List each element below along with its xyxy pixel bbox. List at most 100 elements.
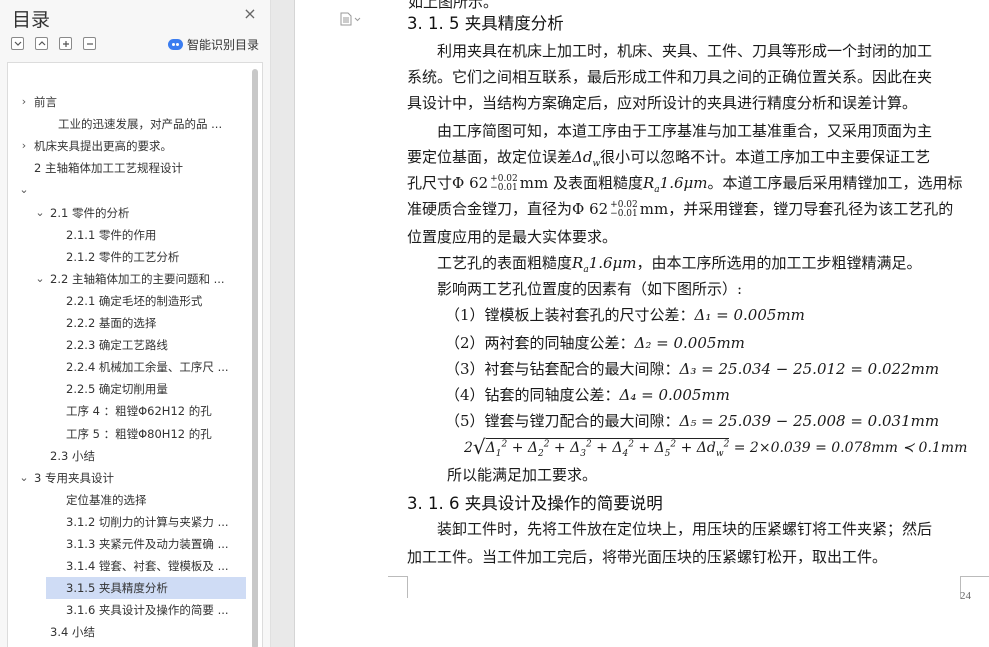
text-run: Φ 62: [452, 174, 489, 192]
toc-item-label: 前言: [34, 95, 57, 109]
document-options-icon[interactable]: [340, 12, 366, 26]
toc-item-label: 2.2.1 确定毛坯的制造形式: [66, 293, 203, 308]
paragraph-line: 孔尺寸Φ 62 +0.02 −0.01 mm 及表面粗糙度Ra1.6μm。本道工序最后…: [407, 172, 963, 195]
paragraph-line: 具设计中，当结构方案确定后，应对所设计的夹具进行精度分析和误差计算。: [407, 94, 918, 112]
toc-item-label: 工序 5 ：粗镗Φ80H12 的孔: [66, 426, 212, 441]
toc-item-label: 工序 4 ：粗镗Φ62H12 的孔: [66, 404, 212, 419]
toc-item[interactable]: 3.1.4 镗套、衬套、镗模板及 ...: [8, 555, 246, 577]
chevron-down-icon[interactable]: ⌄: [18, 179, 30, 201]
paragraph-line: 工艺孔的表面粗糙度Ra1.6μm，由本工序所选用的加工工步粗镗精满足。: [437, 252, 922, 275]
toc-item-label: 2.2 主轴箱体加工的主要问题和 ...: [50, 271, 225, 286]
toc-item[interactable]: 3.1.3 夹紧元件及动力装置确 ...: [8, 533, 246, 555]
chevron-down-icon[interactable]: ⌄: [34, 202, 46, 224]
paragraph-line: 由工序简图可知，本道工序由于工序基准与加工基准重合，又采用顶面为主: [437, 122, 933, 140]
tolerance: +0.02 −0.01: [490, 174, 518, 193]
expand-up-icon[interactable]: [35, 37, 48, 50]
text-run: 工艺孔的表面粗糙度: [437, 254, 573, 272]
tolerance: +0.02 −0.01: [610, 200, 638, 219]
toc-item-label: 工业的迅速发展，对产品的品 ...: [58, 117, 223, 132]
toc-item[interactable]: › 机床夹具提出更高的要求。: [8, 135, 246, 157]
toc-item[interactable]: 工业的迅速发展，对产品的品 ...: [8, 113, 246, 135]
toc-item[interactable]: 3.1.6 夹具设计及操作的简要 ...: [8, 599, 246, 621]
toc-item[interactable]: 工序 4 ：粗镗Φ62H12 的孔: [8, 400, 246, 422]
toc-sidebar: 目录 × 智能识别目录 › 前言 工业的迅速发展，对产品的品 ... › 机床夹具提出更…: [0, 0, 271, 647]
toc-item-label: 2.1.1 零件的作用: [66, 227, 157, 242]
toc-item[interactable]: 2 主轴箱体加工工艺规程设计: [8, 157, 246, 179]
list-item: （4）钻套的同轴度公差：Δ₄ = 0.005mm: [445, 386, 730, 404]
toc-item-label: 3 专用夹具设计: [34, 470, 114, 485]
equation: Δ₂ = 0.005mm: [634, 334, 745, 352]
list-item: （3）衬套与钻套配合的最大间隙：Δ₃ = 25.034 − 25.012 = 0…: [445, 360, 940, 378]
math-delta-dw: Δdw: [572, 148, 601, 169]
paragraph-line: 系统。它们之间相互联系，最后形成工件和刀具之间的正确位置关系。因此在夹: [407, 68, 933, 86]
close-icon[interactable]: ×: [242, 6, 258, 22]
toc-item[interactable]: 2.3 小结: [8, 445, 246, 467]
page-number: 24: [960, 590, 971, 602]
toc-item[interactable]: 3.1.2 切削力的计算与夹紧力 ...: [8, 511, 246, 533]
toc-item[interactable]: 2.2.4 机械加工余量、工序尺 ...: [8, 356, 246, 378]
equation: Δ₁ = 0.005mm: [694, 306, 805, 324]
toc-item[interactable]: 工序 5 ：粗镗Φ80H12 的孔: [8, 423, 246, 445]
toc-item-label: 2.2.3 确定工艺路线: [66, 338, 168, 353]
toc-item[interactable]: 2.1.2 零件的工艺分析: [8, 246, 246, 268]
toc-item[interactable]: 定位基准的选择: [8, 489, 246, 511]
conclusion-line: 所以能满足加工要求。: [447, 466, 598, 484]
toc-item[interactable]: 2.1.1 零件的作用: [8, 224, 246, 246]
toc-scrollbar-thumb[interactable]: [252, 69, 258, 647]
text-run: 要定位基面，故定位误差: [407, 148, 573, 166]
toc-item-label: 3.4 小结: [50, 625, 95, 640]
toc-item-label: 2 主轴箱体加工工艺规程设计: [34, 161, 183, 176]
text-run: 孔尺寸: [407, 174, 453, 192]
toc-item-label: 总结: [34, 644, 244, 647]
text-run: 很小可以忽略不计。本道工序加工中主要保证工艺: [600, 148, 931, 166]
chevron-right-icon[interactable]: ›: [18, 135, 30, 157]
toc-item-label: 2.2.5 确定切削用量: [66, 382, 168, 397]
toc-item[interactable]: 总结: [8, 644, 246, 647]
add-icon[interactable]: [59, 37, 72, 50]
toc-item-label: 机床夹具提出更高的要求。: [34, 139, 172, 154]
collapse-all-icon[interactable]: [11, 37, 24, 50]
toc-item[interactable]: 2.2.1 确定毛坯的制造形式: [8, 290, 246, 312]
toc-item[interactable]: ⌄ 2.2 主轴箱体加工的主要问题和 ...: [8, 268, 246, 290]
text-run: mm 及表面粗糙度: [519, 174, 643, 192]
paragraph-line: 要定位基面，故定位误差Δdw很小可以忽略不计。本道工序加工中主要保证工艺: [407, 146, 930, 169]
text-run: 准硬质合金镗刀，直径为: [407, 200, 573, 218]
list-item: （5）镗套与镗刀配合的最大间隙：Δ₅ = 25.039 − 25.008 = 0…: [445, 412, 940, 430]
toc-item[interactable]: ⌄ 2.1 零件的分析: [8, 202, 246, 224]
smart-toc-button[interactable]: 智能识别目录: [168, 36, 259, 53]
sidebar-title: 目录: [12, 9, 51, 31]
toc-item-label: 3.1.2 切削力的计算与夹紧力 ...: [66, 514, 229, 529]
chevron-right-icon[interactable]: ›: [18, 91, 30, 113]
paragraph-line: 准硬质合金镗刀，直径为Φ 62 +0.02 −0.01 mm，并采用镗套，镗刀导套孔径…: [407, 198, 953, 219]
toc-item-label: 2.1.2 零件的工艺分析: [66, 249, 180, 264]
toc-list: › 前言 工业的迅速发展，对产品的品 ... › 机床夹具提出更高的要求。 2 主轴箱体加…: [7, 62, 263, 647]
paragraph-line: 加工工件。当工件加工完后，将带光面压块的压紧螺钉松开，取出工件。: [407, 548, 888, 566]
toc-item[interactable]: ⌄ 3 专用夹具设计: [8, 467, 246, 489]
toc-item-label: 2.1 零件的分析: [50, 205, 130, 220]
toc-item[interactable]: › 前言: [8, 91, 246, 113]
toc-item-label: 2.3 小结: [50, 448, 95, 463]
paragraph-line: 影响两工艺孔位置度的因素有（如下图所示）:: [437, 280, 743, 298]
toc-toolbar: [11, 37, 96, 50]
page-margin-corner-left: [388, 576, 408, 598]
toc-item[interactable]: 2.2.2 基面的选择: [8, 312, 246, 334]
toc-scrollbar[interactable]: [252, 65, 258, 647]
toc-item[interactable]: ⌄: [8, 179, 246, 201]
paragraph-line: 利用夹具在机床上加工时，机床、夹具、工件、刀具等形成一个封闭的加工: [437, 42, 933, 60]
text-run: Φ 62: [572, 200, 609, 218]
toc-item[interactable]: 2.2.3 确定工艺路线: [8, 334, 246, 356]
toc-item[interactable]: 3.4 小结: [8, 621, 246, 643]
list-item: （1）镗模板上装衬套孔的尺寸公差：Δ₁ = 0.005mm: [445, 306, 805, 324]
toc-item[interactable]: 3.1.5 夹具精度分析: [46, 577, 246, 600]
toc-item-label: 3.1.3 夹紧元件及动力装置确 ...: [66, 537, 229, 551]
text-run: mm，并采用镗套，镗刀导套孔径为该工艺孔的: [639, 200, 954, 218]
heading-3-1-6: 3. 1. 6 夹具设计及操作的简要说明: [407, 494, 663, 513]
chevron-down-icon[interactable]: ⌄: [34, 268, 46, 290]
equation: Δ₃ = 25.034 − 25.012 = 0.022mm: [679, 360, 940, 378]
equation: Δ₅ = 25.039 − 25.008 = 0.031mm: [679, 412, 940, 430]
chevron-down-icon[interactable]: ⌄: [18, 467, 30, 489]
equation: Δ₄ = 0.005mm: [619, 386, 730, 404]
toc-item[interactable]: 2.2.5 确定切削用量: [8, 378, 246, 400]
toc-item-label: 3.1.5 夹具精度分析: [66, 581, 168, 596]
remove-icon[interactable]: [83, 37, 96, 50]
